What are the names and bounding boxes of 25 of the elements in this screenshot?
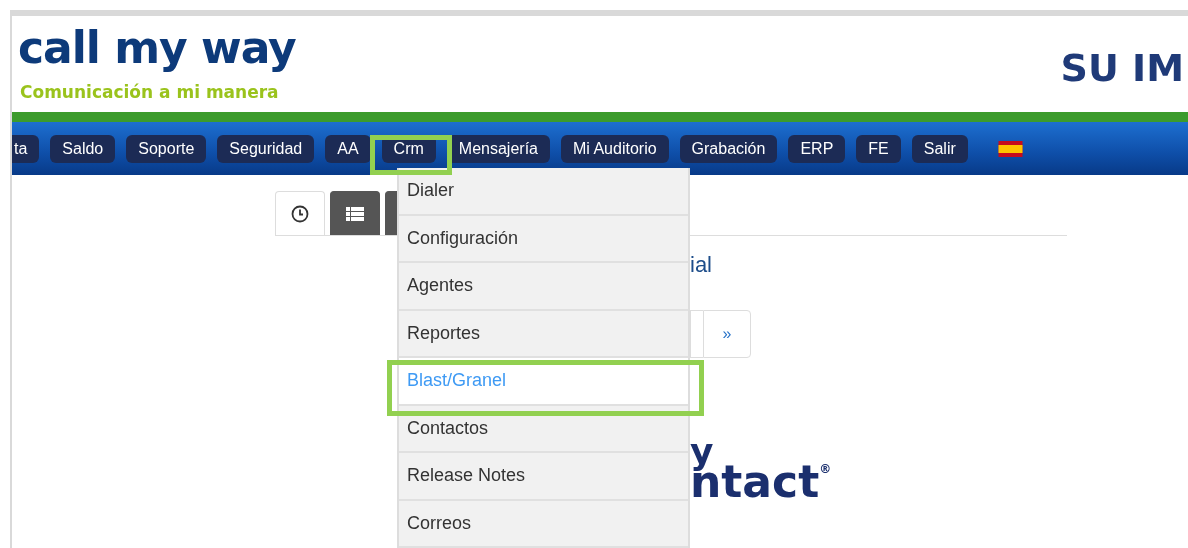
nav-button[interactable]: FE xyxy=(856,134,901,163)
clock-icon xyxy=(291,204,309,223)
nav-button[interactable]: Salir xyxy=(911,134,968,163)
menu-item[interactable]: Dialer xyxy=(399,168,688,216)
nav-button[interactable]: ta xyxy=(12,134,40,163)
next-page-button[interactable]: » xyxy=(703,310,751,358)
logo-text: call my way xyxy=(18,26,296,70)
nav-button[interactable]: Grabación xyxy=(679,134,778,163)
tab[interactable] xyxy=(330,191,380,235)
nav-button[interactable]: Seguridad xyxy=(217,134,315,163)
menu-item[interactable]: Correos xyxy=(399,500,688,548)
brand-logo: y ntact$^{®}$ xyxy=(690,438,833,498)
nav-button[interactable]: Mi Auditorio xyxy=(561,134,669,163)
list-icon xyxy=(345,204,365,223)
nav-button[interactable]: Soporte xyxy=(126,134,207,163)
tagline: Comunicación a mi manera xyxy=(20,81,280,104)
heading-text: ial xyxy=(690,254,713,276)
menu-item[interactable]: Configuración xyxy=(399,215,688,263)
nav-button[interactable]: AA xyxy=(325,134,371,163)
banner-text: SU IM xyxy=(1060,45,1184,92)
menu-item[interactable]: Release Notes xyxy=(399,453,688,501)
nav-button[interactable]: ERP xyxy=(788,134,846,163)
menu-item[interactable]: Agentes xyxy=(399,263,688,311)
nav-button[interactable]: Saldo xyxy=(50,134,116,163)
menu-item[interactable]: Contactos xyxy=(399,405,688,453)
